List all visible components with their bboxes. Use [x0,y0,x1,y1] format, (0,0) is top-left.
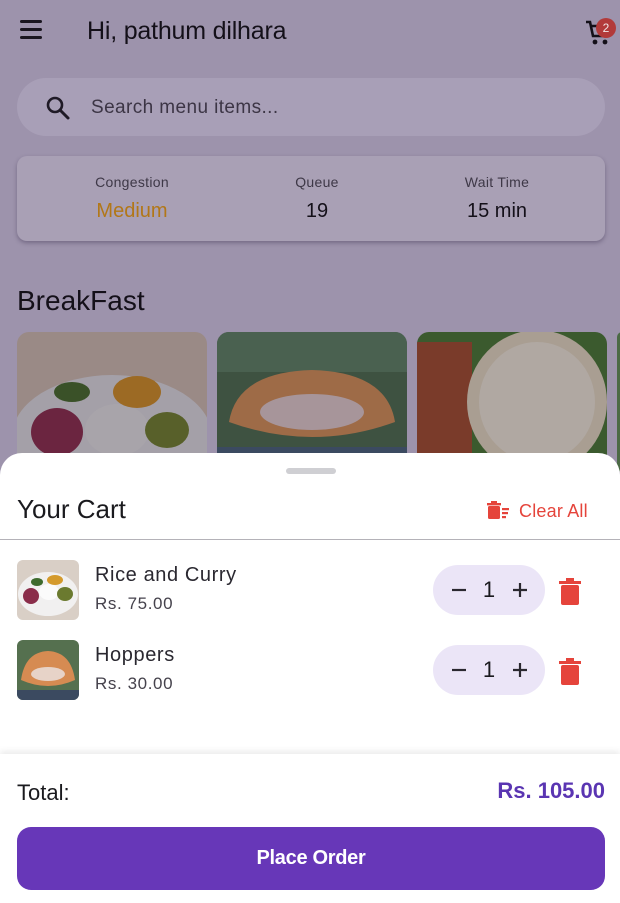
decrement-button[interactable] [446,577,472,603]
cart-footer: Total: Rs. 105.00 Place Order [0,754,620,903]
delete-icon[interactable] [557,658,583,686]
congestion-value: Medium [96,200,168,222]
clear-all-label: Clear All [519,500,588,521]
cart-item: Hoppers Rs. 30.00 1 [0,640,620,702]
item-quantity: 1 [482,577,496,602]
food-card-rice-and-curry[interactable] [17,332,207,472]
search-bar[interactable] [17,78,605,136]
quantity-stepper: 1 [433,565,545,615]
egg-hoppers-image [417,332,607,472]
queue-label: Queue [295,174,339,190]
cart-item: Rice and Curry Rs. 75.00 1 [0,560,620,622]
quantity-stepper: 1 [433,645,545,695]
cart-count-badge: 2 [596,18,616,38]
divider [0,539,620,540]
increment-button[interactable] [507,657,533,683]
search-icon [46,96,70,120]
delete-icon[interactable] [557,578,583,606]
rice-and-curry-thumbnail [17,560,79,620]
item-price: Rs. 75.00 [95,594,174,613]
search-input[interactable] [89,95,573,121]
wait-time-label: Wait Time [464,174,530,190]
item-name: Hoppers [95,644,175,666]
decrement-button[interactable] [446,657,472,683]
menu-icon[interactable] [18,20,46,44]
cart-bottom-sheet: Your Cart Clear All Rice and Curry Rs. 7… [0,453,620,903]
item-name: Rice and Curry [95,564,237,586]
clear-all-button[interactable]: Clear All [486,499,588,523]
hoppers-image [217,332,407,472]
total-value: Rs. 105.00 [497,778,605,803]
congestion-stat: Congestion Medium [72,174,192,223]
item-quantity: 1 [482,657,496,682]
drag-handle[interactable] [286,468,336,474]
rice-and-curry-image [17,332,207,472]
cart-title: Your Cart [17,494,126,524]
hoppers-thumbnail [17,640,79,700]
total-label: Total: [17,780,70,805]
section-title: BreakFast [17,285,145,316]
wait-time-value: 15 min [466,200,528,222]
queue-stat: Queue 19 [262,174,372,223]
queue-value: 19 [305,200,329,222]
app-bar: Hi, pathum dilhara 2 [0,0,620,64]
queue-stats-card: Congestion Medium Queue 19 Wait Time 15 … [17,156,605,241]
food-card-hoppers[interactable] [217,332,407,472]
greeting-title: Hi, pathum dilhara [87,17,287,45]
clear-cart-icon [487,501,509,519]
food-card-egg-hoppers[interactable] [417,332,607,472]
item-thumbnail [17,640,79,700]
place-order-button[interactable]: Place Order [17,827,605,890]
item-thumbnail [17,560,79,620]
item-price: Rs. 30.00 [95,674,174,693]
congestion-label: Congestion [95,174,169,190]
wait-time-stat: Wait Time 15 min [437,174,557,223]
increment-button[interactable] [507,577,533,603]
